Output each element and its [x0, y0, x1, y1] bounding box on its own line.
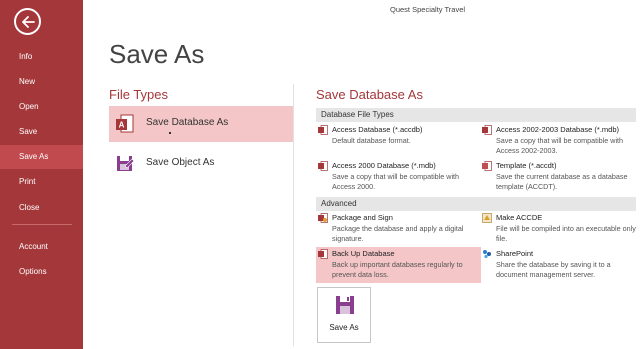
package-sign-icon — [318, 213, 328, 223]
option-title: Package and Sign — [332, 213, 393, 222]
sidebar-item-account[interactable]: Account — [0, 235, 83, 259]
section-header-database-file-types: Database File Types — [316, 108, 636, 122]
option-description: Share the database by saving it to a doc… — [496, 260, 611, 279]
sidebar-item-info[interactable]: Info — [0, 45, 83, 69]
option-access-database[interactable]: Access Database (*.accdb) Default databa… — [316, 123, 481, 159]
file-type-save-object-as[interactable]: Save Object As — [109, 146, 294, 182]
backstage-view: Info New Open Save Save As Print Close A… — [0, 0, 641, 349]
option-title: Make ACCDE — [496, 213, 543, 222]
make-accde-icon — [482, 213, 492, 223]
sidebar-item-save-as[interactable]: Save As — [0, 145, 83, 169]
sidebar-item-new[interactable]: New — [0, 70, 83, 94]
access-file-icon — [318, 125, 328, 135]
section-header-advanced: Advanced — [316, 197, 636, 211]
file-type-label: Save Object As — [146, 157, 215, 168]
backup-database-icon — [318, 249, 328, 259]
app-title: Quest Specialty Travel — [390, 5, 466, 14]
option-title: Back Up Database — [332, 249, 395, 258]
sidebar-item-open[interactable]: Open — [0, 95, 83, 119]
column-divider — [293, 84, 294, 346]
sidebar-item-print[interactable]: Print — [0, 170, 83, 194]
cursor-dot — [169, 132, 171, 134]
option-description: Save a copy that will be compatible with… — [332, 172, 460, 191]
save-as-button[interactable]: Save As — [317, 287, 371, 343]
option-title: Template (*.accdt) — [496, 161, 557, 170]
option-description: File will be compiled into an executable… — [496, 224, 636, 243]
backstage-sidebar: Info New Open Save Save As Print Close A… — [0, 0, 83, 349]
file-types-heading: File Types — [109, 87, 169, 102]
back-button[interactable] — [14, 8, 41, 35]
option-access-2000[interactable]: Access 2000 Database (*.mdb) Save a copy… — [316, 159, 481, 195]
save-object-icon — [117, 156, 135, 171]
option-sharepoint[interactable]: SharePoint Share the database by saving … — [480, 247, 640, 283]
option-description: Save a copy that will be compatible with… — [496, 136, 624, 155]
save-icon — [336, 296, 354, 314]
save-database-as-heading: Save Database As — [316, 87, 423, 102]
option-title: Access Database (*.accdb) — [332, 125, 423, 134]
sidebar-item-save[interactable]: Save — [0, 120, 83, 144]
save-as-button-label: Save As — [329, 323, 359, 332]
svg-text:A: A — [119, 121, 125, 130]
option-title: Access 2002-2003 Database (*.mdb) — [496, 125, 619, 134]
file-type-save-database-as[interactable]: A Save Database As — [109, 106, 294, 142]
option-make-accde[interactable]: Make ACCDE File will be compiled into an… — [480, 211, 640, 247]
sharepoint-icon — [483, 250, 491, 259]
option-back-up-database[interactable]: Back Up Database Back up important datab… — [316, 247, 481, 283]
sidebar-item-close[interactable]: Close — [0, 196, 83, 220]
sidebar-divider — [12, 224, 72, 225]
template-file-icon — [482, 161, 492, 171]
option-description: Default database format. — [332, 136, 411, 145]
option-description: Save the current database as a database … — [496, 172, 628, 191]
back-arrow-icon — [21, 15, 35, 28]
option-title: SharePoint — [496, 249, 534, 258]
page-title: Save As — [109, 39, 205, 69]
option-description: Back up important databases regularly to… — [332, 260, 463, 279]
file-type-label: Save Database As — [146, 117, 229, 128]
option-access-2002-2003[interactable]: Access 2002-2003 Database (*.mdb) Save a… — [480, 123, 640, 159]
sidebar-item-options[interactable]: Options — [0, 260, 83, 284]
option-template[interactable]: Template (*.accdt) Save the current data… — [480, 159, 640, 195]
access-db-icon: A — [116, 114, 134, 133]
option-description: Package the database and apply a digital… — [332, 224, 464, 243]
access-file-icon — [318, 161, 328, 171]
option-title: Access 2000 Database (*.mdb) — [332, 161, 436, 170]
access-file-icon — [482, 125, 492, 135]
option-package-and-sign[interactable]: Package and Sign Package the database an… — [316, 211, 481, 247]
